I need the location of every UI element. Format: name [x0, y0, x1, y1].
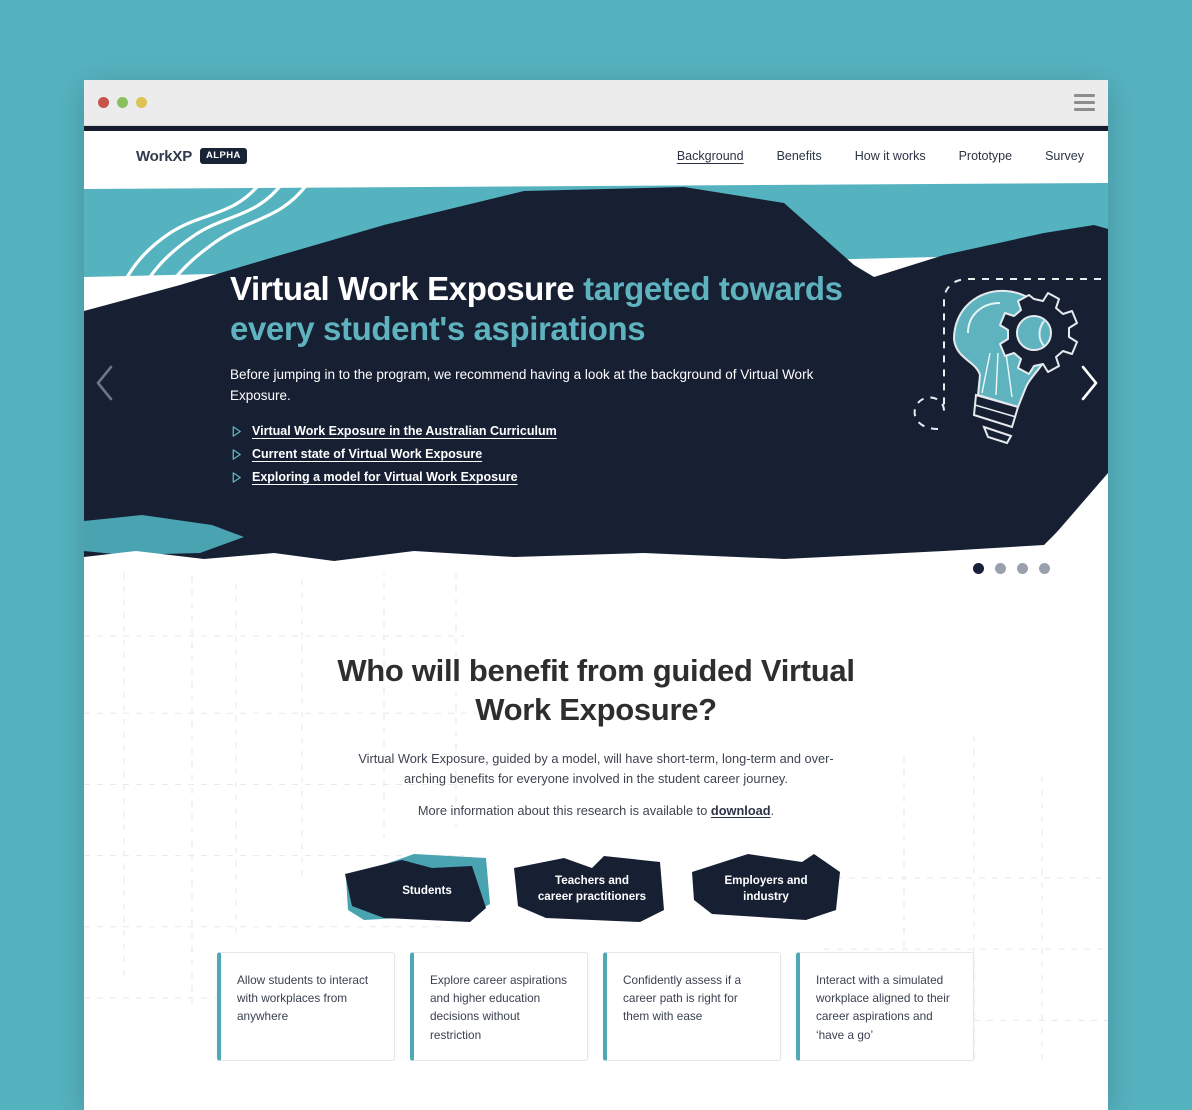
traffic-light-group: [98, 97, 147, 108]
brand-name: WorkXP: [136, 147, 193, 165]
download-text-before: More information about this research is …: [417, 803, 711, 819]
play-triangle-icon: [232, 448, 241, 460]
hamburger-bar: [1074, 94, 1095, 97]
browser-window: WorkXP ALPHA Background Benefits How it …: [84, 80, 1108, 1110]
benefit-cards: Allow students to interact with workplac…: [84, 924, 1108, 1061]
maximize-window-button[interactable]: [117, 97, 128, 108]
carousel-next-button[interactable]: [1076, 363, 1102, 403]
section-paragraph: Virtual Work Exposure, guided by a model…: [338, 749, 854, 822]
section-paragraph-main: Virtual Work Exposure, guided by a model…: [358, 750, 834, 787]
hamburger-icon[interactable]: [1074, 94, 1095, 111]
play-triangle-icon: [232, 425, 241, 437]
brand-logo[interactable]: WorkXP ALPHA: [136, 148, 247, 165]
benefit-card: Interact with a simulated workplace alig…: [796, 951, 974, 1061]
nav-item-benefits[interactable]: Benefits: [777, 149, 822, 163]
tab-employers[interactable]: Employers and industry: [686, 852, 846, 924]
carousel-dots: [973, 563, 1050, 574]
minimize-window-button[interactable]: [136, 97, 147, 108]
nav-item-prototype[interactable]: Prototype: [959, 149, 1013, 163]
benefit-card-text: Interact with a simulated workplace alig…: [816, 972, 950, 1042]
hero-link-current-state[interactable]: Current state of Virtual Work Exposure: [252, 447, 482, 461]
hamburger-bar: [1074, 108, 1095, 111]
page-title: Who will benefit from guided Virtual Wor…: [316, 651, 876, 730]
tab-students-shape: [345, 853, 490, 922]
benefit-card: Explore career aspirations and higher ed…: [410, 951, 588, 1061]
carousel-prev-button[interactable]: [92, 363, 118, 403]
lightbulb-gear-illustration: [913, 278, 1108, 445]
tab-teachers-shape: [514, 855, 664, 922]
section-title-line1: Who will benefit from guided: [337, 653, 753, 688]
benefits-section: Who will benefit from guided Virtual Wor…: [84, 573, 1108, 1061]
hero-link-model[interactable]: Exploring a model for Virtual Work Expos…: [252, 470, 518, 484]
lightbulb-gear-icon: [876, 261, 1108, 461]
hero-title-white: Virtual Work Exposure: [230, 270, 575, 307]
hero-link-curriculum[interactable]: Virtual Work Exposure in the Australian …: [252, 424, 557, 438]
browser-titlebar: [84, 80, 1108, 126]
close-window-button[interactable]: [98, 97, 109, 108]
tab-students[interactable]: Students: [344, 852, 504, 924]
tab-employers-shape: [692, 853, 840, 920]
hero-link-list: Virtual Work Exposure in the Australian …: [230, 424, 870, 484]
tab-teachers[interactable]: Teachers and career practitioners: [512, 852, 672, 924]
section-paragraph-secondary: More information about this research is …: [338, 801, 854, 822]
hero-carousel: Virtual Work Exposure targeted towards e…: [84, 181, 1108, 573]
site-navbar: WorkXP ALPHA Background Benefits How it …: [84, 131, 1108, 181]
hero-subtitle: Before jumping in to the program, we rec…: [230, 366, 814, 404]
benefit-card-text: Explore career aspirations and higher ed…: [430, 972, 568, 1042]
carousel-dot-1[interactable]: [973, 563, 984, 574]
benefit-card-text: Confidently assess if a career path is r…: [623, 972, 742, 1024]
carousel-dot-3[interactable]: [1017, 563, 1028, 574]
alpha-badge: ALPHA: [200, 148, 247, 164]
nav-item-survey[interactable]: Survey: [1045, 149, 1084, 163]
hero-copy: Virtual Work Exposure targeted towards e…: [230, 269, 870, 493]
benefit-card: Confidently assess if a career path is r…: [603, 951, 781, 1061]
benefit-card: Allow students to interact with workplac…: [217, 951, 395, 1061]
hero-link-row: Exploring a model for Virtual Work Expos…: [230, 470, 870, 484]
play-triangle-icon: [232, 471, 241, 483]
audience-tabs: Students Teachers and career practitione…: [84, 852, 1108, 924]
hamburger-bar: [1074, 101, 1095, 104]
nav-item-background[interactable]: Background: [677, 149, 744, 163]
hero-link-row: Current state of Virtual Work Exposure: [230, 447, 870, 461]
carousel-dot-2[interactable]: [995, 563, 1006, 574]
download-link[interactable]: download: [711, 803, 771, 818]
download-text-after: .: [770, 803, 775, 819]
nav-item-how-it-works[interactable]: How it works: [855, 149, 926, 163]
hero-title: Virtual Work Exposure targeted towards e…: [230, 269, 870, 350]
benefit-card-text: Allow students to interact with workplac…: [237, 972, 369, 1024]
carousel-dot-4[interactable]: [1039, 563, 1050, 574]
hero-link-row: Virtual Work Exposure in the Australian …: [230, 424, 870, 438]
nav-links: Background Benefits How it works Prototy…: [677, 149, 1084, 163]
